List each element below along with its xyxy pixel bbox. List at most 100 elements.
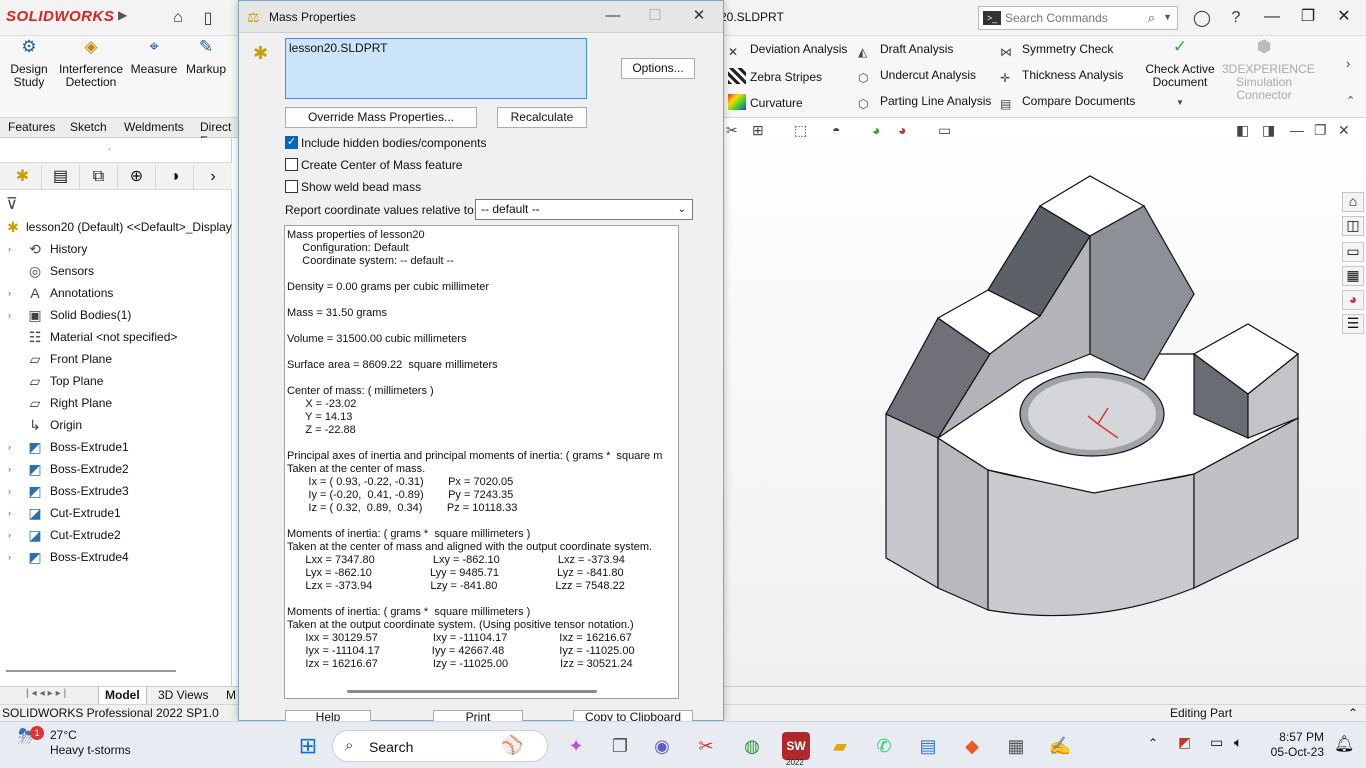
- undercut-analysis-button[interactable]: ⬡ Undercut Analysis: [858, 68, 976, 87]
- design-library-icon[interactable]: ◫: [1342, 216, 1364, 236]
- expand-arrow-icon[interactable]: ›: [8, 436, 11, 458]
- notepad-icon[interactable]: ▤: [914, 732, 942, 760]
- markup-button[interactable]: ✎ Markup: [184, 38, 228, 76]
- checkbox-checked-icon[interactable]: ✓: [285, 136, 298, 149]
- tree-item[interactable]: › ▣ Solid Bodies(1): [0, 304, 232, 326]
- dialog-titlebar[interactable]: ⚖ Mass Properties — ☐ ✕: [239, 1, 723, 33]
- user-account-icon[interactable]: ◯: [1190, 6, 1214, 30]
- tree-item[interactable]: › ◪ Cut-Extrude2: [0, 524, 232, 546]
- system-clock[interactable]: 8:57 PM 05-Oct-23: [1268, 730, 1324, 760]
- tree-item[interactable]: › ◩ Boss-Extrude3: [0, 480, 232, 502]
- search-commands-input[interactable]: [1005, 10, 1145, 26]
- checkbox-unchecked-icon[interactable]: [285, 180, 298, 193]
- compare-documents-button[interactable]: ▤ Compare Documents: [1000, 94, 1135, 113]
- help-icon[interactable]: ?: [1224, 6, 1248, 30]
- expand-arrow-icon[interactable]: ›: [8, 480, 11, 502]
- file-explorer-icon[interactable]: ▰: [826, 732, 854, 760]
- selected-items-list[interactable]: lesson20.SLDPRT: [285, 38, 587, 99]
- zebra-stripes-button[interactable]: Zebra Stripes: [728, 68, 822, 84]
- tree-item[interactable]: ▱ Top Plane: [0, 370, 232, 392]
- tab-weldments[interactable]: Weldments: [118, 120, 190, 134]
- tree-item[interactable]: ▱ Right Plane: [0, 392, 232, 414]
- model-view[interactable]: [724, 118, 1366, 686]
- volume-icon[interactable]: 🔈︎: [1234, 734, 1242, 751]
- view-orientation-icon[interactable]: ⬚: [794, 122, 807, 139]
- selected-item[interactable]: lesson20.SLDPRT: [289, 41, 388, 55]
- copilot-icon[interactable]: ✦: [562, 732, 590, 760]
- propertymanager-tab-icon[interactable]: ▤: [42, 165, 80, 189]
- tree-item[interactable]: › ⟲ History: [0, 238, 232, 260]
- override-mass-properties-button[interactable]: Override Mass Properties...: [285, 107, 477, 128]
- task-view-icon[interactable]: ❐: [606, 732, 634, 760]
- minimize-button[interactable]: —: [1258, 6, 1286, 30]
- status-expand-icon[interactable]: ⌃: [1348, 705, 1358, 721]
- viewport-close-icon[interactable]: ✕: [1338, 122, 1350, 139]
- design-study-button[interactable]: ⚙ Design Study: [6, 38, 52, 89]
- graphics-area[interactable]: [724, 118, 1366, 686]
- display-manager-tab-icon[interactable]: ◑: [156, 165, 194, 189]
- acrobat-icon[interactable]: ✍: [1046, 732, 1074, 760]
- tree-item[interactable]: ▱ Front Plane: [0, 348, 232, 370]
- results-vscroll-track[interactable]: [679, 225, 693, 699]
- calculator-icon[interactable]: ▦: [1002, 732, 1030, 760]
- tree-item[interactable]: › ◩ Boss-Extrude4: [0, 546, 232, 568]
- scene-icon[interactable]: ◕: [898, 122, 906, 138]
- tab-scroll-arrows[interactable]: |◂◂▸▸|: [26, 688, 69, 699]
- coordinate-system-select[interactable]: -- default -- ⌄: [475, 199, 693, 220]
- solidworks-logo[interactable]: SOLIDWORKS: [6, 8, 114, 25]
- appearance-icon[interactable]: ◕: [872, 122, 880, 138]
- thickness-analysis-button[interactable]: ✛ Thickness Analysis: [1000, 68, 1123, 87]
- dimxpert-tab-icon[interactable]: ⊕: [118, 165, 156, 189]
- close-button[interactable]: ✕: [1330, 6, 1358, 30]
- brave-browser-icon[interactable]: ◆: [958, 732, 986, 760]
- tree-item[interactable]: › A Annotations: [0, 282, 232, 304]
- expand-arrow-icon[interactable]: ›: [8, 546, 11, 568]
- tree-item[interactable]: ☷ Material <not specified>: [0, 326, 232, 348]
- filter-icon[interactable]: ⊽: [6, 194, 18, 214]
- display-style-icon[interactable]: ◓: [832, 122, 840, 138]
- tree-hscroll[interactable]: [6, 670, 176, 672]
- tab-3d-views[interactable]: 3D Views: [152, 687, 214, 705]
- monitor-icon[interactable]: ▭: [938, 122, 951, 139]
- tab-sketch[interactable]: Sketch: [64, 120, 113, 134]
- viewport-minimize-icon[interactable]: —: [1290, 122, 1304, 138]
- whatsapp-icon[interactable]: ✆: [870, 732, 898, 760]
- search-icon[interactable]: ⌕: [1148, 10, 1155, 26]
- view-tools-icon[interactable]: ✂: [726, 122, 738, 139]
- expand-arrow-icon[interactable]: ›: [8, 524, 11, 546]
- expand-arrow-icon[interactable]: ›: [8, 304, 11, 326]
- ribbon-more-icon[interactable]: ›: [1346, 56, 1350, 71]
- display-icon[interactable]: ▭: [1210, 734, 1223, 751]
- deviation-analysis-button[interactable]: ✕ Deviation Analysis: [728, 42, 847, 61]
- measure-button[interactable]: ⌖ Measure: [130, 38, 178, 76]
- dialog-close-button[interactable]: ✕: [681, 5, 717, 29]
- restore-button[interactable]: ❐: [1294, 6, 1322, 30]
- menu-expand-icon[interactable]: ▶: [118, 8, 127, 22]
- viewport-restore-icon[interactable]: ❐: [1314, 122, 1327, 139]
- search-commands-box[interactable]: >_ ⌕ ▼: [978, 6, 1178, 30]
- file-explorer-icon[interactable]: ▭: [1342, 242, 1364, 262]
- draft-analysis-button[interactable]: ◭ Draft Analysis: [858, 42, 953, 61]
- tree-item[interactable]: › ◩ Boss-Extrude2: [0, 458, 232, 480]
- appearances-icon[interactable]: ◕: [1342, 290, 1364, 310]
- zoom-icon[interactable]: ⊞: [752, 122, 764, 139]
- tab-features[interactable]: Features: [2, 120, 61, 134]
- expand-arrow-icon[interactable]: ›: [8, 282, 11, 304]
- snipping-tool-icon[interactable]: ✂: [692, 732, 720, 760]
- home-icon[interactable]: ⌂: [166, 6, 190, 30]
- tree-item[interactable]: ↳ Origin: [0, 414, 232, 436]
- curvature-button[interactable]: Curvature: [728, 94, 803, 110]
- solidworks-taskbar-icon[interactable]: SW: [782, 732, 810, 760]
- collapse-ribbon-icon[interactable]: ⌃: [1346, 94, 1355, 107]
- tree-item[interactable]: ◎ Sensors: [0, 260, 232, 282]
- configurationmanager-tab-icon[interactable]: ⧉: [80, 165, 118, 189]
- tab-model[interactable]: Model: [98, 687, 147, 705]
- check-active-document-button[interactable]: ✓ Check Active Document: [1144, 38, 1216, 89]
- tree-item[interactable]: › ◪ Cut-Extrude1: [0, 502, 232, 524]
- new-document-icon[interactable]: ▯: [196, 6, 220, 30]
- parting-line-analysis-button[interactable]: ⬡ Parting Line Analysis: [858, 94, 991, 113]
- show-hidden-icons-icon[interactable]: ⌃: [1148, 736, 1158, 750]
- dialog-minimize-button[interactable]: —: [595, 5, 631, 29]
- checkbox-unchecked-icon[interactable]: [285, 158, 298, 171]
- expand-arrow-icon[interactable]: ›: [8, 458, 11, 480]
